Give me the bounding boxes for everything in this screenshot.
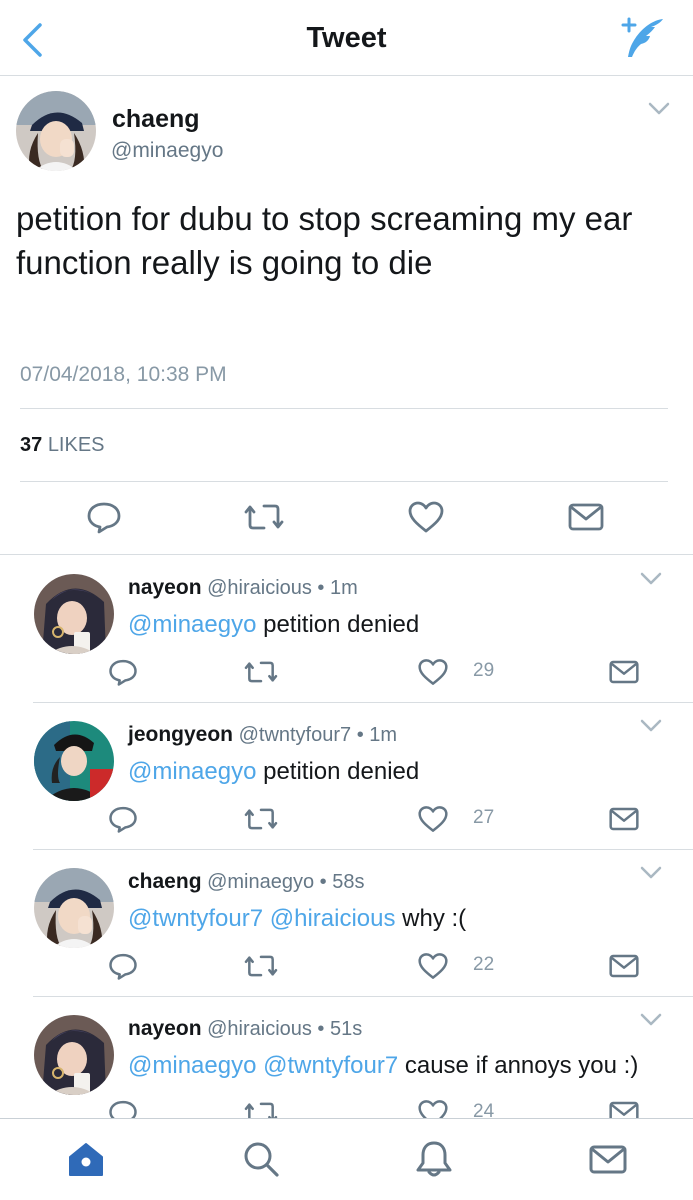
like-icon[interactable] — [417, 951, 449, 986]
reply-text: @twntyfour7 @hiraicious why :( — [128, 905, 466, 933]
retweet-icon[interactable] — [244, 499, 284, 540]
reply-text-body: petition denied — [256, 758, 420, 785]
message-icon[interactable] — [609, 804, 639, 839]
divider — [20, 408, 668, 409]
chevron-down-icon[interactable] — [639, 718, 663, 734]
reply-icon[interactable] — [86, 499, 122, 540]
author-handle[interactable]: @minaegyo — [111, 139, 223, 163]
retweet-icon[interactable] — [244, 657, 278, 692]
reply-text: @minaegyo petition denied — [128, 758, 419, 786]
retweet-icon[interactable] — [244, 951, 278, 986]
tweet-timestamp: 07/04/2018, 10:38 PM — [20, 363, 227, 386]
reply-text: @minaegyo petition denied — [128, 611, 419, 639]
mention-link[interactable]: @minaegyo — [128, 611, 256, 638]
likes-count: 37 — [20, 434, 43, 456]
chevron-down-icon[interactable] — [647, 101, 671, 117]
avatar[interactable] — [34, 868, 114, 948]
mention-link[interactable]: @minaegyo @twntyfour7 — [128, 1052, 398, 1079]
reply-handle-time: @minaegyo • 58s — [207, 871, 365, 893]
like-icon[interactable] — [417, 657, 449, 692]
reply-tweet[interactable]: nayeon @hiraicious • 1m @minaegyo petiti… — [0, 556, 693, 703]
reply-icon[interactable] — [108, 951, 138, 986]
navigation-bar: Tweet — [0, 0, 693, 76]
message-icon[interactable] — [609, 657, 639, 692]
reply-text-body: cause if annoys you :) — [398, 1052, 639, 1079]
like-count: 29 — [473, 660, 495, 681]
reply-text-body: petition denied — [256, 611, 420, 638]
reply-tweet[interactable]: jeongyeon @twntyfour7 • 1m @minaegyo pet… — [0, 703, 693, 850]
page-title: Tweet — [306, 22, 387, 54]
messages-icon[interactable] — [588, 1139, 628, 1179]
retweet-icon[interactable] — [244, 804, 278, 839]
reply-handle-time: @hiraicious • 1m — [207, 577, 358, 599]
reply-icon[interactable] — [108, 657, 138, 692]
tab-bar — [0, 1118, 693, 1200]
compose-tweet-icon[interactable] — [615, 16, 667, 60]
like-count: 22 — [473, 954, 495, 975]
reply-handle-time: @hiraicious • 51s — [207, 1018, 363, 1040]
message-icon[interactable] — [568, 499, 604, 540]
chevron-down-icon[interactable] — [639, 1012, 663, 1028]
avatar[interactable] — [34, 574, 114, 654]
reply-icon[interactable] — [108, 804, 138, 839]
likes-summary[interactable]: 37 LIKES — [20, 434, 105, 457]
like-icon[interactable] — [417, 804, 449, 839]
reply-author-name[interactable]: jeongyeon — [128, 723, 233, 746]
message-icon[interactable] — [609, 951, 639, 986]
home-icon[interactable] — [66, 1139, 106, 1179]
divider — [20, 481, 668, 482]
like-count: 27 — [473, 807, 495, 828]
notifications-icon[interactable] — [414, 1139, 454, 1179]
mention-link[interactable]: @minaegyo — [128, 758, 256, 785]
chevron-down-icon[interactable] — [639, 571, 663, 587]
main-tweet: chaeng @minaegyo petition for dubu to st… — [0, 77, 693, 555]
reply-tweet[interactable]: chaeng @minaegyo • 58s @twntyfour7 @hira… — [0, 850, 693, 997]
avatar[interactable] — [16, 91, 96, 171]
reply-handle-time: @twntyfour7 • 1m — [238, 724, 398, 746]
mention-link[interactable]: @twntyfour7 @hiraicious — [128, 905, 396, 932]
reply-header: jeongyeon @twntyfour7 • 1m — [128, 723, 397, 747]
reply-author-name[interactable]: chaeng — [128, 870, 202, 893]
reply-header: chaeng @minaegyo • 58s — [128, 870, 364, 894]
reply-author-name[interactable]: nayeon — [128, 576, 202, 599]
like-icon[interactable] — [407, 499, 445, 540]
chevron-down-icon[interactable] — [639, 865, 663, 881]
reply-text: @minaegyo @twntyfour7 cause if annoys yo… — [128, 1052, 638, 1080]
search-icon[interactable] — [240, 1139, 280, 1179]
reply-header: nayeon @hiraicious • 1m — [128, 576, 358, 600]
reply-header: nayeon @hiraicious • 51s — [128, 1017, 362, 1041]
reply-author-name[interactable]: nayeon — [128, 1017, 202, 1040]
tweet-text: petition for dubu to stop screaming my e… — [16, 200, 633, 281]
author-name[interactable]: chaeng — [112, 105, 200, 134]
likes-label: LIKES — [47, 434, 105, 456]
avatar[interactable] — [34, 721, 114, 801]
avatar[interactable] — [34, 1015, 114, 1095]
reply-text-body: why :( — [395, 905, 467, 932]
